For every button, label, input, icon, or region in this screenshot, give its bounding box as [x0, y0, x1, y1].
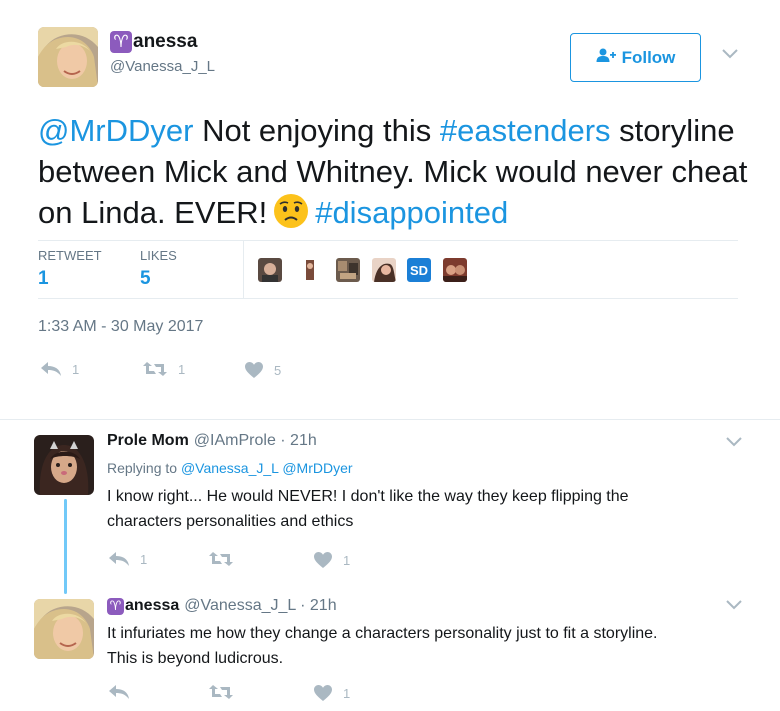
reply-text-line: This is beyond ludicrous. — [107, 650, 284, 667]
reply-button[interactable] — [108, 684, 130, 700]
liker-avatar[interactable] — [443, 258, 467, 282]
mention-link[interactable]: @MrDDyer — [38, 113, 193, 148]
retweet-action-count: 1 — [178, 361, 186, 377]
liker-avatar[interactable] — [298, 258, 322, 282]
retweet-button[interactable]: 1 — [142, 361, 185, 377]
reply-handle-time[interactable]: @Vanessa_J_L · 21h — [184, 597, 336, 615]
liker-avatar-sd[interactable]: SD — [407, 258, 431, 282]
reply-text-line: I know right... He would NEVER! I don't … — [107, 488, 629, 505]
retweet-label: RETWEET — [38, 248, 102, 263]
chevron-down-icon[interactable] — [726, 437, 742, 447]
retweet-count[interactable]: 1 — [38, 268, 49, 290]
retweet-icon — [208, 684, 234, 700]
reply-icon — [108, 551, 130, 567]
like-button[interactable]: 1 — [313, 551, 350, 569]
like-button[interactable]: 5 — [244, 361, 281, 379]
tweet-text: @MrDDyer Not enjoying this #eastenders s… — [38, 110, 748, 239]
reply-text-line: It infuriates me how they change a chara… — [107, 625, 658, 642]
stats-divider-bottom — [38, 298, 738, 299]
reply-text-line: characters personalities and ethics — [107, 513, 354, 530]
hashtag-disappointed[interactable]: #disappointed — [315, 195, 508, 230]
chevron-down-icon[interactable] — [722, 49, 738, 59]
aries-icon: ♈ — [107, 597, 124, 615]
stats-divider-vertical — [243, 241, 244, 298]
thread-connector — [64, 499, 67, 594]
section-divider — [0, 419, 780, 420]
tweet-text-part1: Not enjoying this — [193, 113, 440, 148]
reply-header: ♈ anessa @Vanessa_J_L · 21h — [107, 597, 337, 615]
replying-to-prefix: Replying to — [107, 460, 178, 476]
likes-count[interactable]: 5 — [140, 268, 151, 290]
reply-avatar-prole-mom[interactable] — [34, 435, 94, 495]
reply-icon — [108, 684, 130, 700]
heart-icon — [244, 361, 264, 379]
like-count: 1 — [343, 685, 351, 701]
heart-icon — [313, 684, 333, 702]
worried-face-icon — [273, 193, 309, 239]
retweet-icon — [142, 361, 168, 377]
liker-avatar[interactable] — [372, 258, 396, 282]
hashtag-eastenders[interactable]: #eastenders — [440, 113, 611, 148]
reply-text: It infuriates me how they change a chara… — [107, 621, 747, 671]
tweet-timestamp[interactable]: 1:33 AM - 30 May 2017 — [38, 318, 203, 336]
author-name[interactable]: ♈ anessa — [110, 31, 197, 53]
reply-text: I know right... He would NEVER! I don't … — [107, 484, 747, 534]
retweet-button[interactable] — [208, 551, 234, 567]
liker-avatar[interactable] — [336, 258, 360, 282]
stats-divider-top — [38, 240, 738, 241]
author-avatar[interactable] — [38, 27, 98, 87]
liker-avatar[interactable] — [258, 258, 282, 282]
author-name-text: anessa — [133, 31, 198, 52]
add-user-icon — [596, 47, 616, 68]
likes-label: LIKES — [140, 248, 177, 263]
follow-label: Follow — [621, 47, 676, 67]
reply-button[interactable]: 1 — [108, 551, 147, 567]
author-handle[interactable]: @Vanessa_J_L — [110, 58, 215, 75]
reply-avatar-vanessa[interactable] — [34, 599, 94, 659]
reply-button[interactable]: 1 — [40, 361, 79, 377]
follow-button[interactable]: Follow — [570, 33, 701, 82]
like-button[interactable]: 1 — [313, 684, 350, 702]
retweet-icon — [208, 551, 234, 567]
reply-handle-time[interactable]: @IAmProle · 21h — [194, 432, 317, 450]
heart-icon — [313, 551, 333, 569]
like-count: 1 — [343, 552, 351, 568]
chevron-down-icon[interactable] — [726, 600, 742, 610]
reply-icon — [40, 361, 62, 377]
reply-author-name[interactable]: anessa — [125, 597, 179, 615]
like-count: 5 — [274, 362, 282, 378]
retweet-button[interactable] — [208, 684, 234, 700]
reply-count: 1 — [140, 551, 148, 567]
aries-icon: ♈ — [110, 31, 132, 53]
replying-to: Replying to @Vanessa_J_L @MrDDyer — [107, 460, 353, 476]
replying-to-handles[interactable]: @Vanessa_J_L @MrDDyer — [181, 460, 353, 476]
reply-count: 1 — [72, 361, 80, 377]
reply-header: Prole Mom @IAmProle · 21h — [107, 432, 317, 450]
reply-author-name[interactable]: Prole Mom — [107, 432, 189, 450]
